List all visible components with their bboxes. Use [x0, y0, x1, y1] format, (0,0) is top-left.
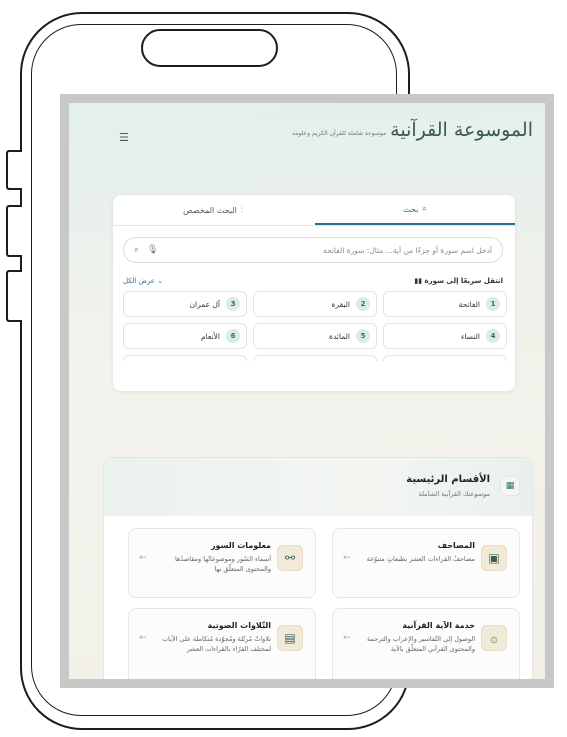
- tile-title: المصاحف: [437, 541, 475, 550]
- phone-notch: [141, 29, 278, 67]
- tile-title: معلومات السور: [210, 541, 271, 550]
- phone-volume-down: [6, 270, 22, 322]
- logo-title: الموسوعة القرآنية: [390, 119, 533, 141]
- link-icon: ⚯: [277, 545, 303, 571]
- app-screen: ☰ موسوعة شاملة للقرآن الكريم وعلومه المو…: [69, 103, 545, 679]
- main-sections: ▦ الأقسام الرئيسية موسوعتك القرآنية الشا…: [103, 457, 533, 679]
- site-logo[interactable]: موسوعة شاملة للقرآن الكريم وعلومه الموسو…: [292, 119, 533, 141]
- tile-title: التّلاوات الصوتية: [207, 621, 271, 630]
- surah-name: الفاتحة: [458, 299, 480, 309]
- tab-advanced-search[interactable]: البحث المخصص ⫶: [113, 195, 313, 225]
- surah-number: 4: [486, 329, 500, 343]
- surah-item-clipped[interactable]: [383, 355, 507, 361]
- microphone-icon[interactable]: 🎙: [147, 245, 158, 255]
- arrow-left-icon: ←: [139, 553, 147, 563]
- arrow-left-icon: ←: [343, 633, 351, 643]
- phone-volume-up: [6, 205, 22, 257]
- surah-name: المائدة: [329, 331, 350, 341]
- search-tabs: بحث ⌕ البحث المخصص ⫶: [113, 195, 515, 226]
- surah-number: 2: [356, 297, 370, 311]
- tile-description: مصاحفُ القراءات العشر بطبعاتٍ متنوّعة: [366, 555, 475, 563]
- surah-name: البقرة: [331, 299, 351, 309]
- surah-item[interactable]: 4 النساء: [383, 323, 507, 349]
- surah-quick-grid: 1 الفاتحة 2 البقرة 3 آل عمران 4 النساء 5 الما…: [123, 291, 507, 361]
- tile-description: تلاواتٌ مُرتّلة ومُجوّدة مُتكاملة على ال…: [161, 635, 271, 653]
- tile-mushaf[interactable]: ▣ المصاحف مصاحفُ القراءات العشر بطبعاتٍ …: [332, 528, 520, 598]
- surah-number: 5: [356, 329, 370, 343]
- surah-number: 6: [226, 329, 240, 343]
- phone-side-button: [6, 150, 22, 190]
- tab-search-label: بحث: [403, 204, 419, 214]
- arrow-left-icon: ←: [343, 553, 351, 563]
- screenshot-frame: ☰ موسوعة شاملة للقرآن الكريم وعلومه المو…: [60, 94, 554, 688]
- sections-subtitle: موسوعتك القرآنية الشاملة: [418, 490, 491, 498]
- tile-description: أسماء السّور وموضوعاتُها ومقاصدُها والمح…: [174, 555, 271, 573]
- ayah-icon: ۞: [481, 625, 507, 651]
- surah-number: 3: [226, 297, 240, 311]
- surah-name: الأنعام: [201, 331, 220, 341]
- surah-item[interactable]: 5 المائدة: [253, 323, 377, 349]
- tile-ayah-service[interactable]: ۞ خدمة الآية القرآنية الوصول إلى التّفاس…: [332, 608, 520, 679]
- sliders-icon: ⫶: [240, 205, 243, 214]
- view-all-link[interactable]: عرض الكل ⌄: [123, 277, 163, 285]
- tile-title: خدمة الآية القرآنية: [402, 621, 475, 630]
- surah-name: النساء: [460, 331, 480, 341]
- grid-icon: ▦: [500, 476, 520, 496]
- surah-item[interactable]: 1 الفاتحة: [383, 291, 507, 317]
- tile-surah-info[interactable]: ⚯ معلومات السور أسماء السّور وموضوعاتُها…: [128, 528, 316, 598]
- tile-description: الوصول إلى التّفاسير والإعراب والترجمة و…: [367, 635, 475, 653]
- surah-number: 1: [486, 297, 500, 311]
- logo-subtitle: موسوعة شاملة للقرآن الكريم وعلومه: [292, 130, 387, 137]
- surah-name: آل عمران: [189, 299, 220, 309]
- search-input[interactable]: ⌕ 🎙 أدخل اسم سورة أو جزءًا من آية... مثا…: [123, 237, 503, 263]
- audio-icon: ▤: [277, 625, 303, 651]
- quick-jump-title: انتقل سريعًا إلى سورة ▮▮: [414, 277, 503, 285]
- search-icon: ⌕: [422, 204, 427, 213]
- sections-title: الأقسام الرئيسية: [406, 474, 490, 485]
- search-icon[interactable]: ⌕: [134, 245, 139, 255]
- surah-item-clipped[interactable]: [253, 355, 377, 361]
- tab-advanced-label: البحث المخصص: [183, 205, 237, 215]
- surah-item[interactable]: 2 البقرة: [253, 291, 377, 317]
- surah-item-clipped[interactable]: [123, 355, 247, 361]
- arrow-left-icon: ←: [139, 633, 147, 643]
- tile-audio-recitations[interactable]: ▤ التّلاوات الصوتية تلاواتٌ مُرتّلة ومُج…: [128, 608, 316, 679]
- surah-item[interactable]: 6 الأنعام: [123, 323, 247, 349]
- sections-header: ▦ الأقسام الرئيسية موسوعتك القرآنية الشا…: [104, 458, 532, 516]
- search-card: بحث ⌕ البحث المخصص ⫶ ⌕ 🎙 أدخل اسم سورة أ…: [113, 195, 515, 391]
- hamburger-icon[interactable]: ☰: [119, 131, 129, 144]
- search-placeholder: أدخل اسم سورة أو جزءًا من آية... مثال: س…: [322, 245, 492, 255]
- book-icon: ▣: [481, 545, 507, 571]
- surah-item[interactable]: 3 آل عمران: [123, 291, 247, 317]
- tab-search[interactable]: بحث ⌕: [315, 195, 515, 225]
